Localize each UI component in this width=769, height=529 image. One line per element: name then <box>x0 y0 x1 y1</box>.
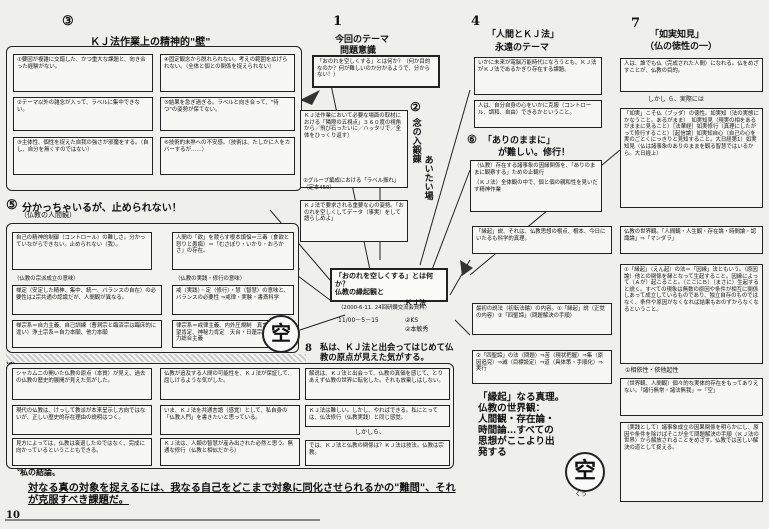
section5-left-label: （仏教の宗派成立の意味） <box>14 276 79 282</box>
section6-subtitle: が難しい。修行！ <box>498 148 571 158</box>
section3-item-1: ①要因が複雑に交錯した、かつ重大な課題と、向き合った経験がない。 <box>13 54 153 92</box>
section6-number: ⑥ <box>467 133 477 146</box>
section5-mid-left: 禅定（安定した精神、集中、統一、バランスの自在）の必要性は2宗共通の認識だが、人… <box>12 285 162 315</box>
center-date: 11/00－5－15 <box>338 317 379 324</box>
section2-number: ② <box>410 100 421 114</box>
section9-text-a: シャカムニの開いた仏教の原点（本質）が見え、過去の仏教の歴史的展開が見えた気がし… <box>12 368 152 400</box>
section2-title: 念の入鍛錬 <box>410 118 421 163</box>
section3-item-4: ④固定観念から脱れられない。考えの範囲を広げられない。（全体と個との関係を捉えら… <box>160 54 295 92</box>
kuu-mark-left: 空 <box>262 315 300 353</box>
section6-text-a: （仏教）存在する諸事象の因縁関係を、「ありのままに観察する」ための止観行 <box>474 163 596 176</box>
section4-subtitle: 永遠のテーマ <box>495 43 550 53</box>
section9-text-h: ＫＪ法は、人類の智慧が産み出された必然と思う。無通な修行（仏教と相似だから） <box>160 438 300 466</box>
section10-title: 〝私の結論〟 <box>12 468 60 477</box>
section8-number: 8 <box>305 343 312 354</box>
section3-item-3: ③主体性、個性を捉えた自我の強さが邪魔をする。（自し、自分を無くすのではない） <box>13 137 153 175</box>
section9-text-j: では、ＫＪ法と仏教の関係は？ＫＪ法は技法。仏教は宗教。 <box>305 440 450 466</box>
right-worldview-box: 仏教の世界観。「人間観・人生観・存在論・時間論・認識論」⇒「マンダラ」 <box>620 226 763 254</box>
section8-text: 私は、ＫＪ法と出会ってはじめて仏教の原点が見えた気がする。 <box>320 342 454 362</box>
section4-title: 「人間とＫＪ法」 <box>487 30 560 40</box>
section7-text-a: 人は、誰でも仏（完成された人間）になれる。仏をめざすことが、仏教の目的。 <box>620 58 763 92</box>
section10-text: 対なる真の対象を捉えるには、我なる自己をどこまで対象に同化させられるかの"難問"… <box>28 482 456 506</box>
section9-text-g: 見方によっては、仏教は衰退したのではなく、完成に向かっているということもできる。 <box>12 438 152 466</box>
section5-bottom-left: 禅宗系＝自力主義、自己訓練（曹洞宗と臨済宗は臨床的に違い）浄土宗系＝自力本願、他… <box>12 320 162 348</box>
section1-context: ＫＪ法作業において必要な場面の取材における「隣際の五視点」３６０度の視角から／飛… <box>300 110 408 188</box>
section1-importance: ＫＪ法で要求される重要な心の姿勢。「おのれを空しくしてデータ（事実）をして語らし… <box>300 200 408 242</box>
center-author-2: ②本敏秀 <box>405 326 429 333</box>
section1-number: 1 <box>333 14 343 29</box>
kuu-mark-right: 空 <box>565 452 605 492</box>
center-kj: ＫＪ法 <box>405 299 426 307</box>
center-title: 「おのれを空しくする」とは何か？ <box>335 272 433 288</box>
section10-number: 10 <box>6 510 20 521</box>
right-engi-detail: ①「縁起」（えん起）の法＝「因縁」法ともいう。（原因論）他との関係を縁となって生… <box>620 264 763 364</box>
center-subtitle: 仏教の縁起観と <box>335 288 384 296</box>
section4-text-b: 人は、自分自身の心をいかに克服（コントロール、調和、自由）できるかということ。 <box>474 100 602 128</box>
section9-text-f: ＫＪ法は難しい。しかし、やればできる。私にとっては、仏法修行（仏教実践）と同じ感… <box>305 405 450 427</box>
section9-text-c: 解说は、ＫＪ法と出会って、仏教の真価を感じて、とりあえず仏教の世界に転化した。そ… <box>305 368 450 400</box>
section4-text-a: いかに未来が電脳万能時代になろうとも、ＫＪ法がＫＪ法であるかぎり存在する課題。 <box>474 57 602 95</box>
section1-context-2: ②グループ編成における「ラベル振れ」（定本450） <box>303 178 400 191</box>
section9-hatch-band <box>6 354 306 362</box>
section7-subtitle: （仏の徳性の一） <box>645 42 718 52</box>
right-first-sermon: 最初の説法（初転法輪）の内容。①「縁起」説（正覚の内容）②「四聖諦」（問題解決の… <box>472 303 612 335</box>
right-practice: 〔実践として〕諸事象成立の因果関係を明らかにし、原因や条件を除けばそこが全て問題… <box>620 422 763 502</box>
right-dependency: ①相依性・依他起性 <box>625 367 679 374</box>
section9-text-d: 現代の仏教は、けっして教派が本来呈示し方向ではないが、正しい歴史的存在理由の説明… <box>12 405 152 435</box>
section3-number: ③ <box>62 14 74 29</box>
section9-but: しかしら、 <box>355 429 386 436</box>
section6-text-b: （ＫＪ法）全体観の中で、個と個の親和性を見いだす精神作業 <box>474 180 598 193</box>
section3-item-2: ②テーマ以外の雑念が入って、ラベルに集中できない。 <box>13 97 153 131</box>
section7-but: しかし ら、実際には <box>648 96 704 103</box>
section6-panel: （仏教）存在する諸事象の因縁関係を、「ありのままに観察する」ための止観行 （ＫＪ… <box>470 160 602 212</box>
section1-question: 「おのれを空しくする」とは何か？（何か目的なのか？何が難しいのか分かるようで、分… <box>312 55 440 88</box>
section7-number: 7 <box>631 16 641 31</box>
section5-right-label: （仏教の実践・修行の意味） <box>175 276 246 282</box>
section2-subtitle: あいたい場 <box>422 155 433 200</box>
section5-subtitle: （仏教の人間観） <box>20 211 76 219</box>
center-author: ②KS <box>405 317 419 324</box>
right-big-text: 「縁起」なる真理。 仏教の世界観： 人間観・存在論・ 時間論…すべての 思想がこ… <box>478 392 565 458</box>
section3-item-5: ⑤結果を急ぎ過ぎる。ラベルと向き合って、"待つ"の姿勢が保てない。 <box>160 97 295 131</box>
right-four-truths: ②「四聖諦」の法〈問題〉⇒苦（現状把握）⇒集（原因追究）⇒滅（目標設定）⇒道（具… <box>472 350 612 384</box>
center-title-box: 「おのれを空しくする」とは何か？ 仏教の縁起観と <box>330 268 448 302</box>
right-engi-box: 「縁起」説、それは、仏教思想の根点、根本、今日にいたるも科学的真理。 <box>472 226 612 254</box>
section5-left-text: 自己の精神的制御（コントロール）の難しさ。分かっていながらできない。止められない… <box>12 232 152 270</box>
section7-text-b: 「如実」こそ仏（ブッダ）の徳性。如実知（法の実態にかなうこと。あるがまま） 如実… <box>620 108 763 208</box>
kuu-reading: くう <box>575 491 587 498</box>
section5-mid-right: 戒（実践）・定（修行）・慧（智慧）の意味と、バランスの必要性 ⇒戒律・実験・書斎… <box>172 285 294 315</box>
section3-item-6: ⑥技術的未熟への不安感。（技術は、たしかに人をカバーするが……） <box>160 137 295 175</box>
right-worldview-detail: （世界観、人間観）個々的な実体的存在をもってありえない。「諸行無常・諸法無我」＝… <box>620 378 763 416</box>
section5-right-text: 人間の「欲」を競らす根本煩悩＝三毒（食欲と怒りと愚痴）＝「むさぼり・いかり・おろ… <box>172 232 294 270</box>
section4-number: 4 <box>471 14 481 29</box>
page: ③ ＫＪ法作業上の精神的"壁" ①要因が複雑に交錯した、かつ重大な課題と、向き合… <box>0 0 769 529</box>
section9-text-b: 仏教が追及する人間の可能性を、ＫＪ法が保証して、屈しけるような気がした。 <box>160 368 300 400</box>
section5-number: ⑤ <box>6 198 18 213</box>
section9-text-e: いま、ＫＪ法を共通言語（感覚）として、私自身の「仏教入門」を書きたいと思っている… <box>160 405 300 435</box>
